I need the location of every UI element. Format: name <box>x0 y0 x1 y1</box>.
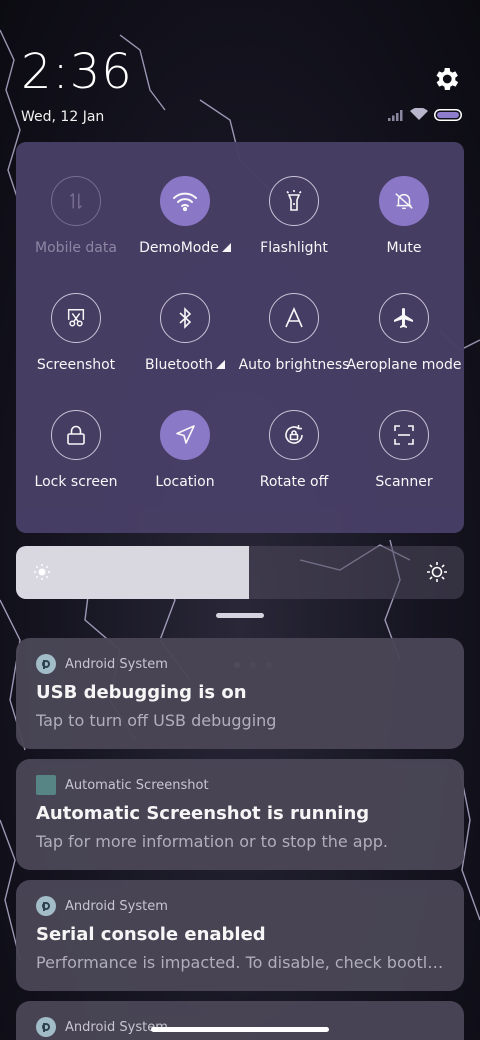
signal-icon <box>388 109 403 121</box>
tile-flashlight[interactable]: Flashlight <box>239 176 349 256</box>
bluetooth-icon <box>160 293 210 343</box>
mute-bell-icon <box>379 176 429 226</box>
home-gesture-bar[interactable] <box>151 1027 329 1032</box>
notification-card[interactable]: Android System USB debugging is on Tap t… <box>16 638 464 749</box>
tile-label: Location <box>155 474 215 490</box>
date: Wed, 12 Jan <box>21 109 105 125</box>
tile-label: Bluetooth <box>145 357 213 373</box>
automatic-screenshot-icon <box>36 775 56 795</box>
lock-icon <box>51 410 101 460</box>
flashlight-icon <box>269 176 319 226</box>
android-system-icon <box>36 896 56 916</box>
mobile-data-icon <box>51 176 101 226</box>
tile-label: Flashlight <box>260 240 328 256</box>
notification-app-name: Android System <box>65 656 168 672</box>
tile-aeroplane-mode[interactable]: Aeroplane mode <box>346 293 462 373</box>
tile-label: Lock screen <box>34 474 118 490</box>
tile-location[interactable]: Location <box>130 410 240 490</box>
tile-label: Auto brightness <box>238 357 350 373</box>
notification-app-name: Automatic Screenshot <box>65 777 209 793</box>
tile-label: Rotate off <box>259 474 329 490</box>
tile-bluetooth[interactable]: Bluetooth <box>130 293 240 373</box>
tile-mute[interactable]: Mute <box>349 176 459 256</box>
notification-card[interactable]: Android System Serial console enabled Pe… <box>16 880 464 991</box>
tile-label: Mute <box>386 240 422 256</box>
expand-arrow-icon <box>215 360 225 369</box>
notification-title: USB debugging is on <box>36 682 247 703</box>
tile-rotate-off[interactable]: Rotate off <box>239 410 349 490</box>
android-system-icon <box>36 654 56 674</box>
battery-icon <box>434 108 462 121</box>
brightness-high-icon <box>427 562 447 582</box>
tile-demomode[interactable]: DemoMode <box>130 176 240 256</box>
location-icon <box>160 410 210 460</box>
tile-label: Mobile data <box>35 240 117 256</box>
notification-text: Tap to turn off USB debugging <box>36 711 277 730</box>
notification-app-name: Android System <box>65 898 168 914</box>
scanner-icon <box>379 410 429 460</box>
notification-title: Serial console enabled <box>36 924 266 945</box>
notification-text: Performance is impacted. To disable, che… <box>36 953 444 972</box>
notification-title: Automatic Screenshot is running <box>36 803 370 824</box>
expand-arrow-icon <box>221 243 231 252</box>
drag-handle[interactable] <box>216 613 264 618</box>
notification-card[interactable]: Automatic Screenshot Automatic Screensho… <box>16 759 464 870</box>
tile-lock-screen[interactable]: Lock screen <box>21 410 131 490</box>
tile-label: Screenshot <box>36 357 116 373</box>
tile-label: Aeroplane mode <box>346 357 462 373</box>
notification-card[interactable]: Android System <box>16 1001 464 1040</box>
android-system-icon <box>36 1017 56 1037</box>
rotate-lock-icon <box>269 410 319 460</box>
tile-scanner[interactable]: Scanner <box>349 410 459 490</box>
tile-label: Scanner <box>375 474 433 490</box>
brightness-slider[interactable] <box>16 546 464 599</box>
tile-auto-brightness[interactable]: Auto brightness <box>239 293 349 373</box>
wifi-icon <box>160 176 210 226</box>
notification-text: Tap for more information or to stop the … <box>36 832 389 851</box>
auto-brightness-icon <box>269 293 319 343</box>
wifi-status-icon <box>410 108 428 120</box>
clock: 2:36 <box>21 44 133 100</box>
settings-gear-icon[interactable] <box>431 64 461 94</box>
tile-mobile-data[interactable]: Mobile data <box>21 176 131 256</box>
tile-label: DemoMode <box>139 240 219 256</box>
tile-screenshot[interactable]: Screenshot <box>21 293 131 373</box>
status-icons <box>388 108 462 121</box>
airplane-icon <box>379 293 429 343</box>
screenshot-icon <box>51 293 101 343</box>
quick-settings-panel: Mobile data DemoMode Flashlight Mute Scr… <box>16 142 464 668</box>
brightness-low-icon <box>34 564 50 580</box>
